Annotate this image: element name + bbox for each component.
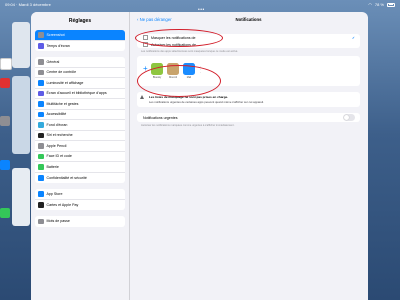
sidebar-item-icon — [38, 111, 44, 117]
sidebar-item-label: Siri et recherche — [46, 133, 73, 138]
background-window[interactable] — [12, 76, 30, 154]
checkmark-icon: ✓ — [351, 35, 355, 40]
battery-icon — [387, 2, 395, 7]
warning-body: Les notifications urgentes de certaines … — [149, 100, 264, 104]
warning-icon — [140, 95, 144, 99]
sidebar-item[interactable]: Batterie — [35, 162, 125, 173]
sidebar-item[interactable]: Cartes et Apple Pay — [35, 200, 125, 211]
sidebar-group: App Store Cartes et Apple Pay — [35, 189, 125, 210]
sidebar-item-icon — [38, 122, 44, 128]
urgent-toggle[interactable] — [343, 114, 355, 121]
sidebar-title: Réglages — [68, 18, 92, 24]
sidebar-item[interactable]: Centre de contrôle — [35, 68, 125, 78]
app-icon[interactable] — [0, 58, 12, 70]
sidebar-item-label: Screenshot — [46, 32, 65, 37]
sidebar-item[interactable]: Siri et recherche — [35, 131, 125, 141]
annotation-ellipse — [137, 65, 221, 97]
app-icon[interactable] — [0, 78, 10, 88]
nav-bar: ‹ Ne pas déranger Notifications — [129, 12, 368, 28]
sidebar-item-label: Accessibilité — [46, 112, 67, 117]
sidebar-item-icon — [38, 90, 44, 96]
sidebar-item-label: Apple Pencil — [46, 143, 67, 148]
sidebar-item-label: Confidentialité et sécurité — [46, 175, 87, 180]
sidebar-group: Mots de passe — [35, 216, 125, 227]
sidebar-item[interactable]: Écran d'accueil et bibliothèque d'apps — [35, 89, 125, 99]
sidebar-item-icon — [38, 59, 44, 65]
sidebar-item-icon — [38, 132, 44, 138]
app-icon[interactable] — [0, 160, 10, 170]
sidebar-item-label: Centre de contrôle — [46, 70, 77, 75]
sidebar-item-label: Général — [46, 59, 60, 64]
sidebar-item-label: Batterie — [46, 164, 59, 169]
sidebar-item[interactable]: Temps d'écran — [35, 41, 125, 52]
sidebar-item[interactable]: Mots de passe — [35, 216, 125, 227]
app-icon[interactable] — [0, 116, 10, 126]
sidebar-item-icon — [38, 202, 44, 208]
sidebar-item-icon — [38, 191, 44, 197]
background-window[interactable] — [12, 22, 30, 68]
sidebar-item[interactable]: Multitâche et gestes — [35, 99, 125, 110]
sidebar-item-label: Mots de passe — [46, 219, 70, 224]
page-title: Notifications — [235, 17, 262, 22]
sidebar: Réglages Screenshot Temps d'écran Général C… — [31, 12, 130, 300]
sidebar-item-icon — [38, 143, 44, 149]
detail-pane: ‹ Ne pas déranger Notifications Masquer … — [129, 12, 368, 300]
sidebar-item-icon — [38, 69, 44, 75]
sidebar-item[interactable]: Fond d'écran — [35, 120, 125, 131]
sidebar-item-label: Écran d'accueil et bibliothèque d'apps — [46, 91, 107, 96]
sidebar-item[interactable]: Luminosité et affichage — [35, 78, 125, 89]
sidebar-groups: Screenshot Temps d'écran Général Centre de … — [31, 30, 129, 227]
background-window[interactable] — [12, 168, 30, 226]
sidebar-item-label: Temps d'écran — [46, 43, 70, 48]
sidebar-item-label: Face ID et code — [46, 154, 72, 159]
sidebar-item[interactable]: App Store — [35, 189, 125, 200]
urgent-label: Notifications urgentes — [143, 115, 178, 120]
battery-percent: 78 % — [374, 2, 384, 7]
sidebar-item-icon — [38, 153, 44, 159]
sidebar-item[interactable]: Général — [35, 57, 125, 68]
urgent-footer: Autoriser les notifications marquées com… — [141, 124, 235, 127]
urgent-row: Notifications urgentes — [137, 113, 360, 122]
sidebar-item-icon — [38, 80, 44, 86]
settings-window: Réglages Screenshot Temps d'écran Général C… — [31, 12, 368, 300]
annotation-ellipse — [135, 29, 223, 47]
sidebar-group: Général Centre de contrôle Luminosité et a… — [35, 57, 125, 183]
app-icon[interactable] — [0, 208, 10, 218]
sidebar-item-icon — [38, 175, 44, 181]
sidebar-item-icon — [38, 32, 44, 38]
sidebar-item[interactable]: Confidentialité et sécurité — [35, 173, 125, 184]
sidebar-item[interactable]: Face ID et code — [35, 152, 125, 162]
sidebar-item-label: Luminosité et affichage — [46, 80, 84, 85]
sidebar-item[interactable]: Accessibilité — [35, 110, 125, 120]
sidebar-item[interactable]: Apple Pencil — [35, 141, 125, 152]
sidebar-item-label: Multitâche et gestes — [46, 101, 79, 106]
sidebar-item-label: Cartes et Apple Pay — [46, 202, 79, 207]
sidebar-group: Screenshot Temps d'écran — [35, 30, 125, 51]
sidebar-item-label: App Store — [46, 191, 63, 196]
sidebar-item-icon — [38, 43, 44, 49]
wifi-icon: ◠ — [368, 2, 372, 7]
status-time-date: 09:04 · Mardi 3 décembre — [5, 2, 51, 7]
sidebar-item-label: Fond d'écran — [46, 122, 68, 127]
sidebar-item-icon — [38, 164, 44, 170]
app-switcher-stack[interactable] — [0, 18, 30, 288]
sidebar-item-icon — [38, 218, 44, 224]
sidebar-item[interactable]: Screenshot — [35, 30, 125, 41]
sidebar-item-icon — [38, 101, 44, 107]
